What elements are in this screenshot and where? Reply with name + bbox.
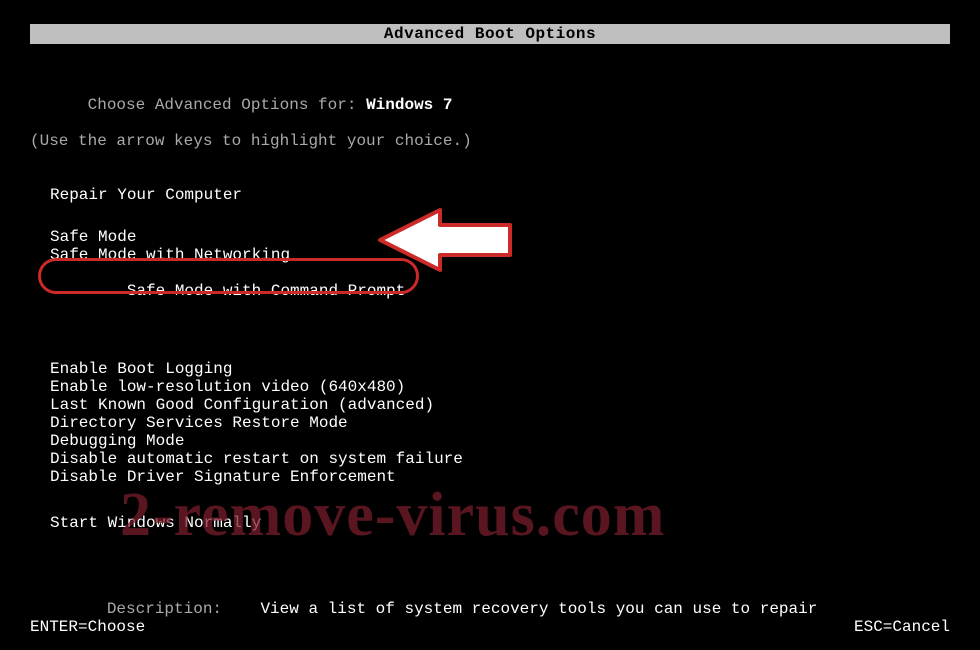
option-disable-automatic-restart[interactable]: Disable automatic restart on system fail… bbox=[50, 450, 950, 468]
description-line-2: startup problems, run diagnostics, or re… bbox=[30, 636, 950, 650]
description-text-1: View a list of system recovery tools you… bbox=[260, 600, 817, 618]
option-directory-services-restore-mode[interactable]: Directory Services Restore Mode bbox=[50, 414, 950, 432]
option-safe-mode-with-networking[interactable]: Safe Mode with Networking bbox=[50, 246, 950, 264]
option-safe-mode[interactable]: Safe Mode bbox=[50, 228, 950, 246]
os-name: Windows 7 bbox=[366, 96, 452, 114]
choose-prefix: Choose Advanced Options for: bbox=[88, 96, 366, 114]
content-area: Choose Advanced Options for: Windows 7 (… bbox=[30, 78, 950, 650]
option-safe-mode-with-command-prompt[interactable]: Safe Mode with Command Prompt bbox=[50, 264, 405, 336]
option-debugging-mode[interactable]: Debugging Mode bbox=[50, 432, 950, 450]
title-bar: Advanced Boot Options bbox=[30, 24, 950, 44]
option-disable-driver-signature-enforcement[interactable]: Disable Driver Signature Enforcement bbox=[50, 468, 950, 486]
footer-esc: ESC=Cancel bbox=[854, 618, 950, 636]
option-repair-your-computer[interactable]: Repair Your Computer bbox=[50, 186, 950, 204]
hint-line: (Use the arrow keys to highlight your ch… bbox=[30, 132, 950, 150]
option-enable-low-resolution-video[interactable]: Enable low-resolution video (640x480) bbox=[50, 378, 950, 396]
option-last-known-good-configuration[interactable]: Last Known Good Configuration (advanced) bbox=[50, 396, 950, 414]
option-start-windows-normally[interactable]: Start Windows Normally bbox=[50, 514, 950, 532]
selected-option-label: Safe Mode with Command Prompt bbox=[127, 282, 405, 300]
description-label: Description: bbox=[107, 600, 222, 618]
choose-line: Choose Advanced Options for: Windows 7 bbox=[30, 78, 950, 132]
footer-enter: ENTER=Choose bbox=[30, 618, 145, 636]
option-enable-boot-logging[interactable]: Enable Boot Logging bbox=[50, 360, 950, 378]
